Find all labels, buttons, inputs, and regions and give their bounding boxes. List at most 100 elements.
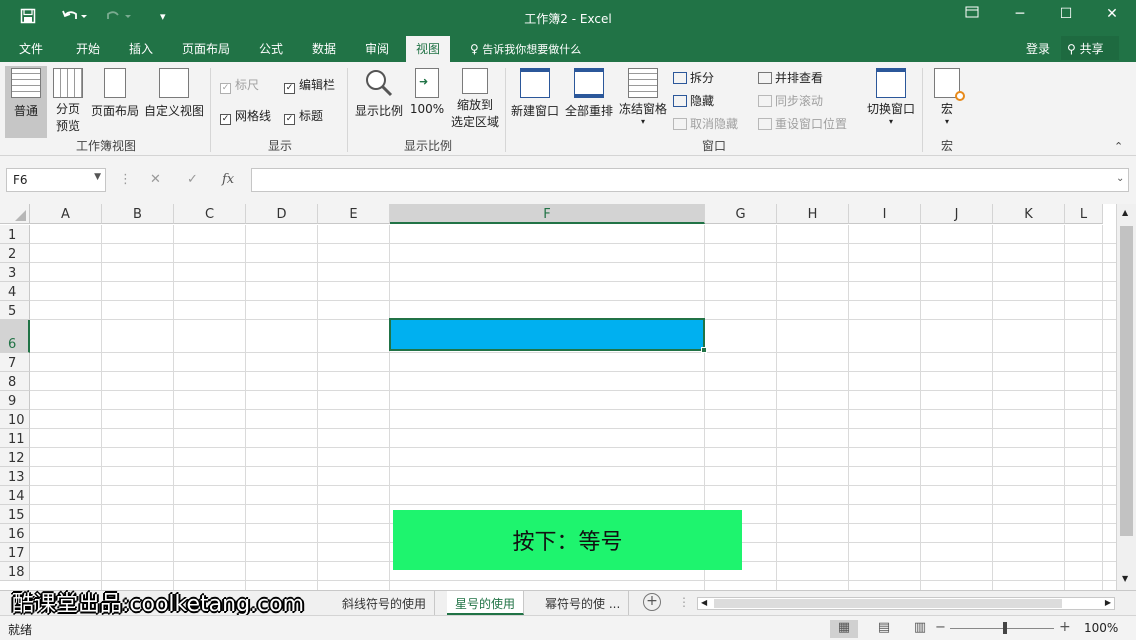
row-header-18[interactable]: 18 xyxy=(0,562,30,581)
sync-scroll-button[interactable]: 同步滚动 xyxy=(758,92,823,109)
row-header-15[interactable]: 15 xyxy=(0,505,30,524)
sheet-tab-power[interactable]: 幂符号的使 ... xyxy=(537,591,630,615)
sheet-tab-slash[interactable]: 斜线符号的使用 xyxy=(334,591,436,615)
insert-function-icon[interactable]: fx xyxy=(222,172,234,187)
column-header-e[interactable]: E xyxy=(318,204,390,224)
row-header-3[interactable]: 3 xyxy=(0,263,30,282)
column-header-a[interactable]: A xyxy=(30,204,102,224)
active-cell-f6[interactable] xyxy=(389,318,707,353)
chevron-down-icon[interactable]: ▼ xyxy=(94,172,101,182)
column-header-c[interactable]: C xyxy=(174,204,246,224)
hide-button[interactable]: 隐藏 xyxy=(673,92,714,109)
chevron-down-icon: ▾ xyxy=(944,117,949,126)
freeze-panes-button[interactable]: 冻结窗格 ▾ xyxy=(617,66,669,138)
normal-view-icon[interactable]: ▦ xyxy=(830,620,858,638)
zoom-out-icon[interactable]: − xyxy=(935,620,946,635)
formula-input[interactable] xyxy=(251,168,1129,192)
row-header-9[interactable]: 9 xyxy=(0,391,30,410)
maximize-icon[interactable]: ☐ xyxy=(1051,6,1081,22)
tab-data[interactable]: 数据 xyxy=(312,40,336,57)
cancel-icon[interactable]: ✕ xyxy=(150,172,161,187)
row-header-11[interactable]: 11 xyxy=(0,429,30,448)
scroll-down-icon[interactable]: ▼ xyxy=(1122,574,1128,583)
row-header-2[interactable]: 2 xyxy=(0,244,30,263)
share-button[interactable]: ⚲ 共享 xyxy=(1061,36,1119,60)
scrollbar-thumb[interactable] xyxy=(714,599,1062,608)
tab-formulas[interactable]: 公式 xyxy=(259,40,283,57)
row-header-10[interactable]: 10 xyxy=(0,410,30,429)
add-sheet-icon[interactable]: + xyxy=(643,593,661,611)
row-header-12[interactable]: 12 xyxy=(0,448,30,467)
tab-insert[interactable]: 插入 xyxy=(129,40,153,57)
zoom-to-selection-button[interactable]: 缩放到 选定区域 xyxy=(448,66,502,138)
row-header-1[interactable]: 1 xyxy=(0,225,30,244)
macros-button[interactable]: 宏 ▾ xyxy=(928,66,966,138)
minimize-icon[interactable]: ─ xyxy=(1005,6,1035,22)
switch-windows-button[interactable]: 切换窗口 ▾ xyxy=(864,66,918,138)
row-header-13[interactable]: 13 xyxy=(0,467,30,486)
column-header-i[interactable]: I xyxy=(849,204,921,224)
row-header-17[interactable]: 17 xyxy=(0,543,30,562)
column-header-d[interactable]: D xyxy=(246,204,318,224)
tab-review[interactable]: 审阅 xyxy=(365,40,389,57)
fill-handle[interactable] xyxy=(701,347,707,353)
zoom-button[interactable]: 显示比例 xyxy=(352,66,406,138)
column-header-f[interactable]: F xyxy=(390,204,705,224)
unhide-button[interactable]: 取消隐藏 xyxy=(673,115,738,132)
sheet-tab-asterisk[interactable]: 星号的使用 xyxy=(447,591,525,615)
row-header-8[interactable]: 8 xyxy=(0,372,30,391)
row-header-6[interactable]: 6 xyxy=(0,320,30,353)
column-header-k[interactable]: K xyxy=(993,204,1065,224)
column-header-l[interactable]: L xyxy=(1065,204,1103,224)
row-header-16[interactable]: 16 xyxy=(0,524,30,543)
tab-file[interactable]: 文件 xyxy=(19,40,43,57)
scroll-right-icon[interactable]: ▶ xyxy=(1105,598,1111,607)
gridlines-checkbox[interactable]: ✓ 网格线 xyxy=(220,107,271,125)
split-button[interactable]: 拆分 xyxy=(673,69,714,86)
row-header-5[interactable]: 5 xyxy=(0,301,30,320)
row-header-7[interactable]: 7 xyxy=(0,353,30,372)
column-header-b[interactable]: B xyxy=(102,204,174,224)
page-layout-view-button[interactable]: 页面布局 xyxy=(89,66,141,138)
arrange-all-button[interactable]: 全部重排 xyxy=(563,66,615,138)
column-header-j[interactable]: J xyxy=(921,204,993,224)
tab-view[interactable]: 视图 xyxy=(406,36,451,62)
zoom-level[interactable]: 100% xyxy=(1084,621,1118,635)
select-all-corner[interactable] xyxy=(0,204,30,224)
headings-checkbox[interactable]: ✓ 标题 xyxy=(284,107,323,125)
sign-in-link[interactable]: 登录 xyxy=(1026,40,1050,57)
scroll-left-icon[interactable]: ◀ xyxy=(701,598,707,607)
reset-position-button[interactable]: 重设窗口位置 xyxy=(758,115,847,132)
ruler-checkbox[interactable]: ✓ 标尺 xyxy=(220,76,259,94)
expand-formula-icon[interactable]: ⌄ xyxy=(1116,173,1124,184)
custom-views-button[interactable]: 自定义视图 xyxy=(143,66,205,138)
name-box[interactable]: F6 ▼ xyxy=(6,168,106,192)
zoom-slider-thumb[interactable] xyxy=(1003,622,1007,634)
normal-view-button[interactable]: 普通 xyxy=(5,66,47,138)
zoom-in-icon[interactable]: + xyxy=(1059,619,1071,635)
scrollbar-thumb[interactable] xyxy=(1120,226,1133,536)
vertical-scrollbar[interactable]: ▲ ▼ xyxy=(1116,204,1136,590)
page-break-icon[interactable]: ▥ xyxy=(906,620,934,638)
horizontal-scrollbar[interactable]: ◀ ▶ xyxy=(697,597,1115,610)
scroll-up-icon[interactable]: ▲ xyxy=(1122,208,1128,217)
close-icon[interactable]: ✕ xyxy=(1097,6,1127,22)
row-header-4[interactable]: 4 xyxy=(0,282,30,301)
tab-page-layout[interactable]: 页面布局 xyxy=(182,40,230,57)
tab-home[interactable]: 开始 xyxy=(76,40,100,57)
row-header-14[interactable]: 14 xyxy=(0,486,30,505)
page-break-preview-button[interactable]: 分页 预览 xyxy=(50,66,86,138)
column-header-h[interactable]: H xyxy=(777,204,849,224)
formula-bar-checkbox[interactable]: ✓ 编辑栏 xyxy=(284,76,335,94)
column-header-g[interactable]: G xyxy=(705,204,777,224)
ribbon-display-icon[interactable] xyxy=(957,6,987,22)
collapse-ribbon-icon[interactable]: ⌃ xyxy=(1114,140,1123,153)
page-layout-icon[interactable]: ▤ xyxy=(870,620,898,638)
zoom-slider[interactable] xyxy=(950,628,1054,629)
tell-me-box[interactable]: ♀ 告诉我你想要做什么 xyxy=(470,41,581,57)
zoom-100-button[interactable]: ➜ 100% xyxy=(408,66,446,138)
hide-label: 隐藏 xyxy=(690,94,715,108)
new-window-button[interactable]: 新建窗口 xyxy=(509,66,561,138)
view-side-by-side-button[interactable]: 并排查看 xyxy=(758,69,823,86)
enter-icon[interactable]: ✓ xyxy=(187,172,198,187)
